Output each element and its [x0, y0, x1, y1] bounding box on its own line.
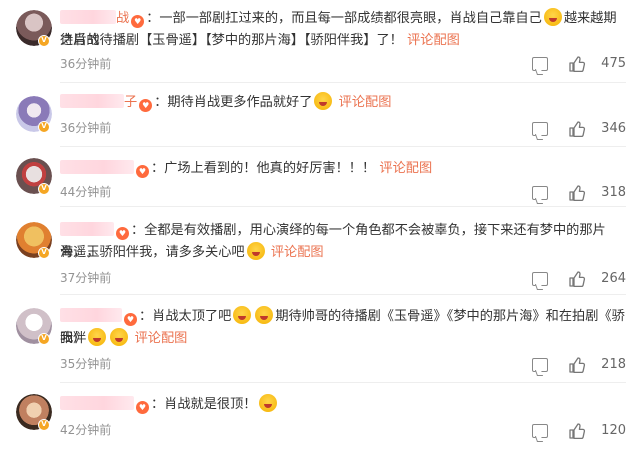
username-mask[interactable] [60, 222, 114, 236]
timestamp: 42分钟前 [60, 423, 112, 437]
shy-emoji [88, 328, 107, 346]
thumbs-up-icon[interactable] [568, 422, 586, 440]
username-mask[interactable] [60, 160, 134, 174]
comment-item: V ♥ ：肖战太顶了吧 期待帅哥的待播剧《玉骨遥》《梦中的那片海》和在拍剧《骄阳伴 … [0, 296, 640, 378]
comment-image-link[interactable]: 评论配图 [339, 95, 392, 110]
smile-emoji [543, 8, 562, 26]
comment-content: ：一部一部剧扛过来的，而且每一部成绩都很亮眼，肖战自己靠自己 [146, 11, 542, 26]
verified-badge-icon: V [38, 35, 50, 47]
verified-badge-icon: V [38, 247, 50, 259]
username-suffix[interactable]: 战 [116, 11, 129, 26]
timestamp: 44分钟前 [60, 185, 112, 199]
thumbs-up-icon[interactable] [568, 184, 586, 202]
comment-text: ♥ ：肖战就是很顶！ [60, 394, 628, 416]
reply-icon[interactable] [532, 122, 548, 136]
comment-content: 之后的待播剧【玉骨遥】【梦中的那片海】【骄阳伴我】了！ [60, 33, 403, 48]
reply-icon[interactable] [532, 358, 548, 372]
like-count: 264 [601, 271, 626, 286]
comment-content: 我》 [60, 331, 87, 346]
timestamp: 35分钟前 [60, 357, 112, 371]
comment-text-line2: 骨遥，骄阳伴我，请多多关心吧 评论配图 [60, 242, 628, 264]
cheer-emoji [314, 92, 333, 110]
timestamp: 36分钟前 [60, 57, 112, 71]
timestamp: 37分钟前 [60, 271, 112, 285]
comment-image-link[interactable]: 评论配图 [379, 161, 432, 176]
giggle-emoji [110, 328, 129, 346]
comment-actions: 264 [486, 270, 626, 290]
comment-content: ：广场上看到的！他真的好厉害！！！ [151, 161, 376, 176]
shock-emoji [258, 394, 277, 412]
verified-badge-icon: V [38, 419, 50, 431]
comment-text-line2: 之后的待播剧【玉骨遥】【梦中的那片海】【骄阳伴我】了！ 评论配图 [60, 30, 628, 52]
fan-badge-icon: ♥ [139, 99, 153, 112]
reply-icon[interactable] [532, 57, 548, 71]
blush-emoji [246, 242, 265, 260]
comment-content: 骨遥，骄阳伴我，请多多关心吧 [60, 245, 245, 260]
comment-image-link[interactable]: 评论配图 [407, 33, 460, 48]
comment-item: V ♥ ：肖战就是很顶！ 42分钟前 120 [0, 384, 640, 448]
wow-emoji [233, 306, 252, 324]
reply-icon[interactable] [532, 424, 548, 438]
comment-content: ：期待肖战更多作品就好了 [154, 95, 313, 110]
comment-actions: 218 [486, 356, 626, 376]
thumbs-up-icon[interactable] [568, 120, 586, 138]
comment-actions: 346 [486, 120, 626, 140]
comment-text-line2: 我》 评论配图 [60, 328, 628, 350]
verified-badge-icon: V [38, 121, 50, 133]
username-mask[interactable] [60, 10, 116, 24]
comment-item: V ♥ ：广场上看到的！他真的好厉害！！！ 评论配图 44分钟前 318 [0, 148, 640, 204]
comment-item: V ♥ ：全都是有效播剧，用心演绎的每一个角色都不会被辜负，接下来还有梦中的那片海… [0, 208, 640, 292]
reply-icon[interactable] [532, 272, 548, 286]
like-count: 218 [601, 357, 626, 372]
thumbs-up-icon[interactable] [568, 55, 586, 73]
divider [60, 82, 626, 83]
like-count: 346 [601, 121, 626, 136]
username-mask[interactable] [60, 396, 134, 410]
divider [60, 206, 626, 207]
verified-badge-icon: V [38, 333, 50, 345]
like-count: 318 [601, 185, 626, 200]
comment-image-link[interactable]: 评论配图 [271, 245, 324, 260]
thumbs-up-icon[interactable] [568, 356, 586, 374]
comment-content: ：肖战太顶了吧 [139, 309, 232, 324]
username-mask[interactable] [60, 308, 122, 322]
comment-content: ：肖战就是很顶！ [151, 397, 257, 412]
divider [60, 146, 626, 147]
comment-text: ♥ ：广场上看到的！他真的好厉害！！！ 评论配图 [60, 158, 628, 180]
username-suffix[interactable]: 子 [124, 95, 137, 110]
comment-actions: 475 [486, 55, 626, 75]
verified-badge-icon: V [38, 183, 50, 195]
comment-text: 子 ♥ ：期待肖战更多作品就好了 评论配图 [60, 92, 628, 114]
divider [60, 382, 626, 383]
fan-badge-icon: ♥ [136, 401, 149, 414]
cry-emoji [255, 306, 274, 324]
like-count: 120 [601, 423, 626, 438]
thumbs-up-icon[interactable] [568, 270, 586, 288]
timestamp: 36分钟前 [60, 121, 112, 135]
comment-actions: 120 [486, 422, 626, 442]
divider [60, 294, 626, 295]
comment-item: V 战 ♥ ：一部一部剧扛过来的，而且每一部成绩都很亮眼，肖战自己靠自己 越来越期待肖… [0, 0, 640, 78]
fan-badge-icon: ♥ [136, 165, 149, 178]
comment-item: V 子 ♥ ：期待肖战更多作品就好了 评论配图 36分钟前 346 [0, 84, 640, 144]
like-count: 475 [601, 56, 626, 71]
fan-badge-icon: ♥ [116, 227, 129, 240]
fan-badge-icon: ♥ [124, 313, 137, 326]
fan-badge-icon: ♥ [131, 15, 145, 28]
comment-image-link[interactable]: 评论配图 [135, 331, 188, 346]
username-mask[interactable] [60, 94, 124, 108]
reply-icon[interactable] [532, 186, 548, 200]
comment-actions: 318 [486, 184, 626, 204]
